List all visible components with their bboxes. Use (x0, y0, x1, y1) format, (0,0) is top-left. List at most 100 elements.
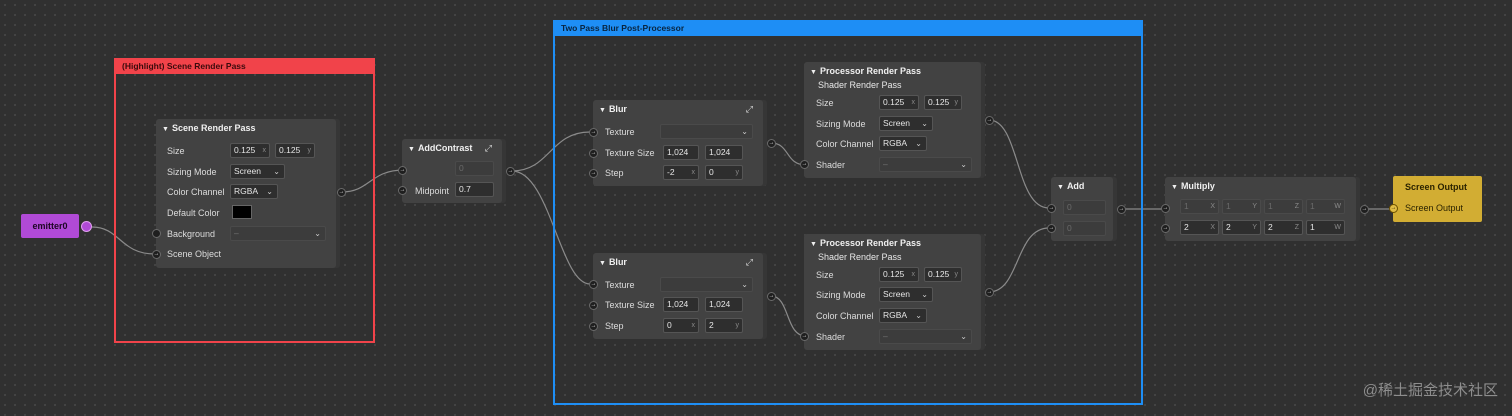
collapse-triangle-icon[interactable]: ▼ (810, 241, 817, 248)
collapse-triangle-icon[interactable]: ▼ (1171, 184, 1178, 191)
add-contrast-node[interactable]: ▼ AddContrast ⤢ 0 Midpoint 0.7 → → → (398, 139, 515, 203)
multiply-a-w-field[interactable]: 1W (1306, 199, 1345, 214)
texture-size-x-field[interactable]: 1,024 (663, 145, 699, 160)
color-channel-select[interactable]: RGBA ⌄ (230, 184, 278, 199)
multiply-title: Multiply (1180, 181, 1215, 191)
shader-select[interactable]: – ⌄ (879, 329, 972, 344)
scene-pass-output-port[interactable]: → (337, 188, 346, 197)
expand-icon[interactable]: ⤢ (746, 257, 753, 268)
add-node[interactable]: ▼ Add 0 0 → → → (1047, 177, 1126, 241)
add-b-field[interactable]: 0 (1063, 221, 1106, 236)
sizing-mode-select[interactable]: Screen ⌄ (230, 164, 285, 179)
midpoint-field[interactable]: 0.7 (455, 182, 494, 197)
multiply-b-z-field[interactable]: 2Z (1264, 220, 1303, 235)
screen-output-node[interactable]: Screen Output Screen Output → (1389, 176, 1482, 222)
size-x-field[interactable]: 0.125 x (879, 95, 919, 110)
collapse-triangle-icon[interactable]: ▼ (599, 260, 606, 267)
multiply-b-x-field[interactable]: 2X (1180, 220, 1219, 235)
background-input-port[interactable] (152, 229, 161, 238)
add-contrast-input-field[interactable]: 0 (455, 161, 494, 176)
step-input-port[interactable]: → (589, 169, 598, 178)
scene-object-input-port[interactable]: → (152, 250, 161, 259)
multiply-b-y-field[interactable]: 2Y (1222, 220, 1261, 235)
size-y-field[interactable]: 0.125 y (924, 267, 962, 282)
background-select[interactable]: – ⌄ (230, 226, 326, 241)
add-output-port[interactable]: → (1117, 205, 1126, 214)
blur2-node[interactable]: ▼ Blur ⤢ Texture ⌄ Texture Size 1,024 1,0… (589, 253, 776, 339)
midpoint-input-port[interactable]: → (398, 186, 407, 195)
collapse-triangle-icon[interactable]: ▼ (1057, 184, 1064, 191)
blur1-node[interactable]: ▼ Blur ⤢ Texture ⌄ Texture Size 1,024 1,0… (589, 100, 776, 186)
step-label: Step (605, 321, 624, 331)
expand-icon[interactable]: ⤢ (746, 104, 753, 115)
sizing-mode-select[interactable]: Screen ⌄ (879, 116, 933, 131)
step-x-field[interactable]: 0x (663, 318, 699, 333)
emitter-node[interactable]: emitter0 (21, 214, 79, 238)
multiply-b-w-field[interactable]: 1W (1306, 220, 1345, 235)
size-x-field[interactable]: 0.125 x (879, 267, 919, 282)
processor-pass1-node[interactable]: ▼ Processor Render Pass Shader Render Pas… (800, 62, 994, 178)
chevron-down-icon: ⌄ (960, 332, 967, 341)
texture-size-x-field[interactable]: 1,024 (663, 297, 699, 312)
multiply-a-x-field[interactable]: 1X (1180, 199, 1219, 214)
default-color-swatch[interactable] (232, 205, 252, 219)
shader-input-port[interactable]: → (800, 160, 809, 169)
texture-select[interactable]: ⌄ (660, 277, 753, 292)
add-contrast-input-port[interactable]: → (398, 166, 407, 175)
texture-size-input-port[interactable]: → (589, 149, 598, 158)
size-x-field[interactable]: 0.125 x (230, 143, 270, 158)
background-label: Background (167, 229, 216, 239)
collapse-triangle-icon[interactable]: ▼ (162, 126, 169, 133)
step-input-port[interactable]: → (589, 322, 598, 331)
chevron-down-icon: ⌄ (915, 139, 922, 148)
texture-label: Texture (605, 280, 635, 290)
scene-render-pass-node[interactable]: ▼ Scene Render Pass Size 0.125 x 0.125 y Si… (152, 119, 346, 268)
shader-input-port[interactable]: → (800, 332, 809, 341)
proc2-title: Processor Render Pass (819, 238, 921, 248)
blur2-output-port[interactable]: → (767, 292, 776, 301)
sizing-mode-select[interactable]: Screen ⌄ (879, 287, 933, 302)
proc2-output-port[interactable]: → (985, 288, 994, 297)
multiply-output-port[interactable]: → (1360, 205, 1369, 214)
emitter-output-port[interactable] (81, 221, 92, 232)
screen-output-input-port[interactable]: → (1389, 204, 1398, 213)
color-channel-select[interactable]: RGBA ⌄ (879, 308, 927, 323)
add-a-field[interactable]: 0 (1063, 200, 1106, 215)
color-channel-select[interactable]: RGBA ⌄ (879, 136, 927, 151)
size-y-field[interactable]: 0.125 y (924, 95, 962, 110)
multiply-a-z-field[interactable]: 1Z (1264, 199, 1303, 214)
add-b-input-port[interactable]: → (1047, 224, 1056, 233)
blur-frame-title: Two Pass Blur Post-Processor (555, 22, 1141, 36)
chevron-down-icon: ⌄ (266, 187, 273, 196)
texture-select[interactable]: ⌄ (660, 124, 753, 139)
sizing-mode-label: Sizing Mode (816, 290, 866, 300)
step-x-field[interactable]: -2 x (663, 165, 699, 180)
sizing-mode-label: Sizing Mode (816, 119, 866, 129)
add-contrast-output-port[interactable]: → (506, 167, 515, 176)
shader-select[interactable]: – ⌄ (879, 157, 972, 172)
texture-input-port[interactable]: → (589, 128, 598, 137)
scene-object-label: Scene Object (167, 249, 222, 259)
texture-size-y-field[interactable]: 1,024 (705, 297, 743, 312)
texture-size-input-port[interactable]: → (589, 301, 598, 310)
texture-label: Texture (605, 127, 635, 137)
proc1-output-port[interactable]: → (985, 116, 994, 125)
add-a-input-port[interactable]: → (1047, 204, 1056, 213)
size-y-field[interactable]: 0.125 y (275, 143, 315, 158)
step-y-field[interactable]: 0y (705, 165, 743, 180)
texture-size-y-field[interactable]: 1,024 (705, 145, 743, 160)
step-label: Step (605, 168, 624, 178)
texture-input-port[interactable]: → (589, 280, 598, 289)
multiply-node[interactable]: ▼ Multiply 1X 1Y 1Z 1W 2X 2Y 2Z 1W → → → (1161, 177, 1369, 241)
blur1-output-port[interactable]: → (767, 139, 776, 148)
step-y-field[interactable]: 2y (705, 318, 743, 333)
collapse-triangle-icon[interactable]: ▼ (599, 107, 606, 114)
processor-pass2-node[interactable]: ▼ Processor Render Pass Shader Render Pas… (800, 234, 994, 350)
multiply-b-input-port[interactable]: → (1161, 224, 1170, 233)
expand-icon[interactable]: ⤢ (485, 143, 492, 154)
collapse-triangle-icon[interactable]: ▼ (408, 146, 415, 153)
shader-label: Shader (816, 332, 846, 342)
multiply-a-y-field[interactable]: 1Y (1222, 199, 1261, 214)
multiply-a-input-port[interactable]: → (1161, 204, 1170, 213)
collapse-triangle-icon[interactable]: ▼ (810, 69, 817, 76)
